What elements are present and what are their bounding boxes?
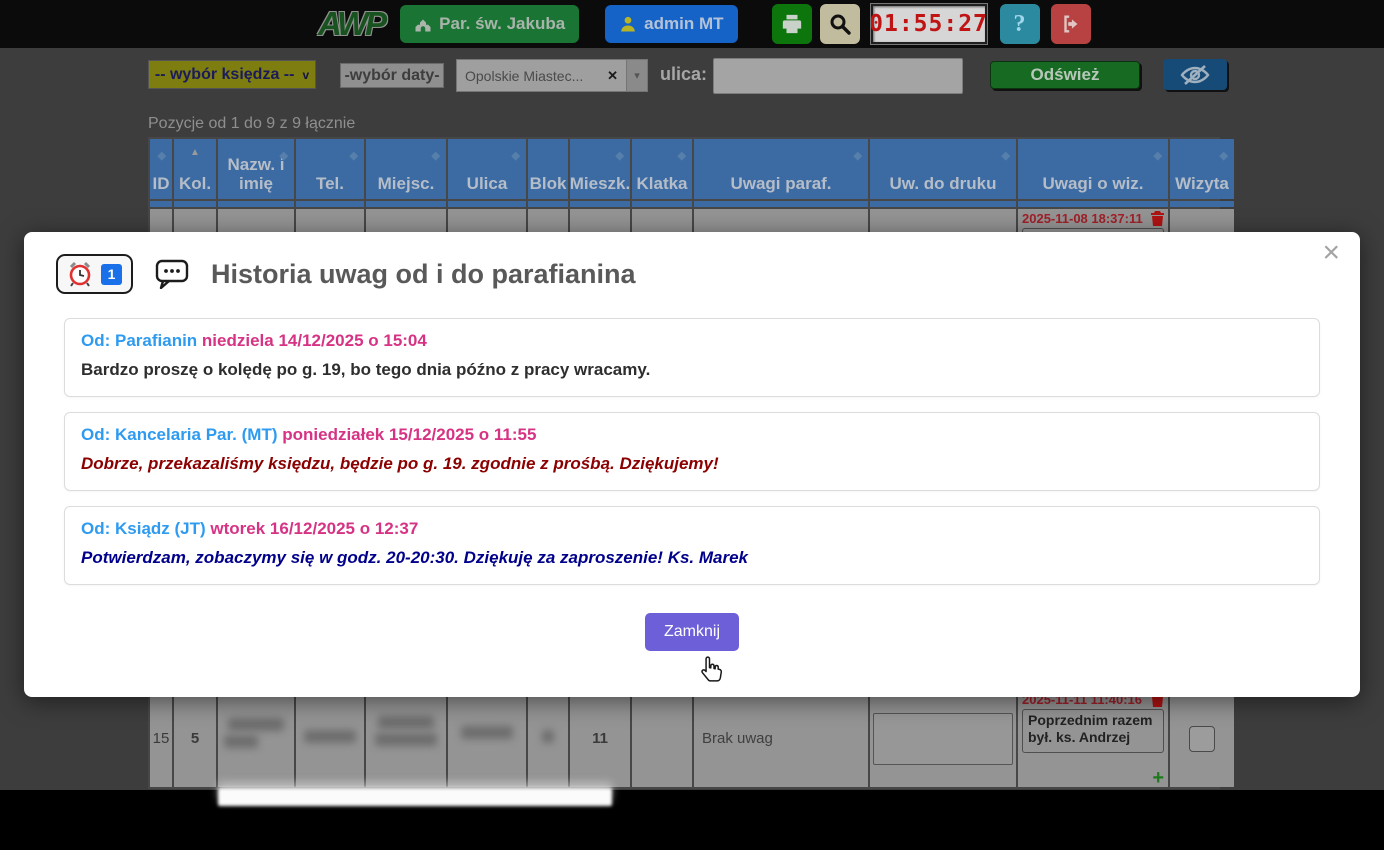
trash-icon[interactable] (1151, 211, 1164, 226)
sort-icon: ◆ (616, 147, 624, 166)
row-tel-redacted (296, 690, 364, 787)
message-datetime: poniedziałek 15/12/2025 o 11:55 (282, 425, 536, 444)
row-kol: 5 (174, 690, 216, 787)
comments-icon (155, 259, 189, 289)
message-sender: Od: Kancelaria Par. (MT) (81, 425, 278, 444)
visit-notes-cell: 2025-11-11 11:40:16 Poprzednim razem był… (1018, 690, 1168, 787)
sort-icon: ◆ (512, 147, 520, 166)
message-sender: Od: Ksiądz (JT) (81, 519, 206, 538)
modal-title: Historia uwag od i do parafianina (211, 259, 636, 290)
message-card: Od: Parafianin niedziela 14/12/2025 o 15… (64, 318, 1320, 397)
row-name-redacted (218, 690, 294, 787)
session-clock: 01:55:27 (871, 4, 987, 44)
pagination-info: Pozycje od 1 do 9 z 9 łącznie (148, 115, 355, 133)
sort-icon: ◆ (280, 147, 288, 166)
visit-note-box[interactable]: Poprzednim razem był. ks. Andrzej (1022, 709, 1164, 753)
search-icon (828, 12, 852, 36)
message-text: Potwierdzam, zobaczymy się w godz. 20-20… (81, 548, 1303, 568)
close-icon[interactable]: × (1322, 238, 1340, 268)
history-modal: × 1 Historia uwag od i do parafianina (24, 232, 1360, 697)
column-header-ulica[interactable]: ◆Ulica (448, 139, 526, 199)
row-wizyta (1170, 690, 1234, 787)
awp-logo: AWP (318, 5, 384, 43)
user-icon (619, 15, 637, 33)
sort-icon: ◆ (1220, 147, 1228, 166)
column-header-uw-do-druku[interactable]: ◆Uw. do druku (870, 139, 1016, 199)
visit-checkbox[interactable] (1189, 726, 1215, 752)
row-mieszk: 11 (570, 690, 630, 787)
column-header-blok[interactable]: Blok (528, 139, 568, 199)
clear-city-icon[interactable]: ✕ (607, 68, 618, 84)
chevron-down-icon: v (302, 68, 309, 82)
row-ulica-redacted (448, 690, 526, 787)
alarm-button[interactable]: 1 (56, 254, 133, 294)
street-input[interactable] (713, 58, 963, 94)
row-uwagi-paraf: Brak uwag (694, 690, 868, 787)
message-datetime: wtorek 16/12/2025 o 12:37 (210, 519, 418, 538)
alarm-clock-icon (67, 261, 93, 287)
message-card: Od: Kancelaria Par. (MT) poniedziałek 15… (64, 412, 1320, 491)
parish-button[interactable]: Par. św. Jakuba (400, 5, 579, 43)
column-header-id[interactable]: ◆ID (150, 139, 172, 199)
city-select-value: Opolskie Miastec... (465, 68, 607, 84)
column-header-wizyta[interactable]: ◆Wizyta (1170, 139, 1234, 199)
column-header-miejsc[interactable]: ◆Miejsc. (366, 139, 446, 199)
help-button[interactable]: ? (1000, 4, 1040, 44)
column-header-tel[interactable]: ◆Tel. (296, 139, 364, 199)
message-text: Dobrze, przekazaliśmy księdzu, będzie po… (81, 454, 1303, 474)
date-picker-button[interactable]: -wybór daty- (340, 63, 444, 88)
user-button[interactable]: admin MT (605, 5, 737, 43)
column-header-klatka[interactable]: ◆Klatka (632, 139, 692, 199)
column-header-kol[interactable]: ▲Kol. (174, 139, 216, 199)
street-label: ulica: (660, 64, 707, 85)
message-datetime: niedziela 14/12/2025 o 15:04 (202, 331, 427, 350)
visit-note-date: 2025-11-08 18:37:11 (1022, 211, 1143, 226)
hide-columns-button[interactable] (1163, 59, 1227, 90)
column-header-uwagi-o-wiz[interactable]: ◆Uwagi o wiz. (1018, 139, 1168, 199)
column-header-nazwisko[interactable]: ◆Nazw. i imię (218, 139, 294, 199)
sort-icon: ◆ (678, 147, 686, 166)
search-button[interactable] (820, 4, 860, 44)
sort-icon: ◆ (1154, 147, 1162, 166)
sort-icon: ◆ (854, 147, 862, 166)
city-select-dropdown-toggle[interactable]: ▾ (626, 59, 648, 92)
sort-icon: ◆ (432, 147, 440, 166)
sort-icon: ◆ (1002, 147, 1010, 166)
filter-bar: -- wybór księdza -- v -wybór daty- Opols… (0, 48, 1384, 108)
message-list: Od: Parafianin niedziela 14/12/2025 o 15… (24, 294, 1360, 585)
print-note-input[interactable] (873, 713, 1013, 765)
column-header-uwagi-paraf[interactable]: ◆Uwagi paraf. (694, 139, 868, 199)
column-header-mieszk[interactable]: ◆Mieszk. (570, 139, 630, 199)
user-button-label: admin MT (644, 14, 723, 34)
message-text: Bardzo proszę o kolędę po g. 19, bo tego… (81, 360, 1303, 380)
row-klatka (632, 690, 692, 787)
row-blok-redacted (528, 690, 568, 787)
redacted-area (218, 788, 612, 806)
refresh-button[interactable]: Odśwież (990, 61, 1140, 89)
message-sender: Od: Parafianin (81, 331, 197, 350)
add-note-icon[interactable]: + (1022, 767, 1164, 790)
printer-icon (781, 13, 803, 35)
row-miejsc-redacted (366, 690, 446, 787)
top-bar: AWP Par. św. Jakuba admin MT 01:55:27 ? (0, 0, 1384, 48)
church-icon (414, 15, 432, 33)
close-modal-button[interactable]: Zamknij (645, 613, 739, 651)
sort-icon: ◆ (158, 147, 166, 166)
alarm-count-badge: 1 (101, 264, 122, 285)
sort-icon: ◆ (350, 147, 358, 166)
modal-header: 1 Historia uwag od i do parafianina (24, 232, 1360, 294)
message-card: Od: Ksiądz (JT) wtorek 16/12/2025 o 12:3… (64, 506, 1320, 585)
logout-button[interactable] (1051, 4, 1091, 44)
eye-slash-icon (1180, 64, 1210, 86)
sort-asc-icon: ▲ (190, 143, 200, 162)
city-select[interactable]: Opolskie Miastec... ✕ (456, 59, 626, 92)
priest-select-value: -- wybór księdza -- (155, 66, 295, 84)
parish-button-label: Par. św. Jakuba (439, 14, 565, 34)
logout-icon (1060, 13, 1082, 35)
row-id: 15 (150, 690, 172, 787)
row-uw-do-druku (870, 690, 1016, 787)
priest-select[interactable]: -- wybór księdza -- v (148, 60, 316, 89)
print-button[interactable] (772, 4, 812, 44)
